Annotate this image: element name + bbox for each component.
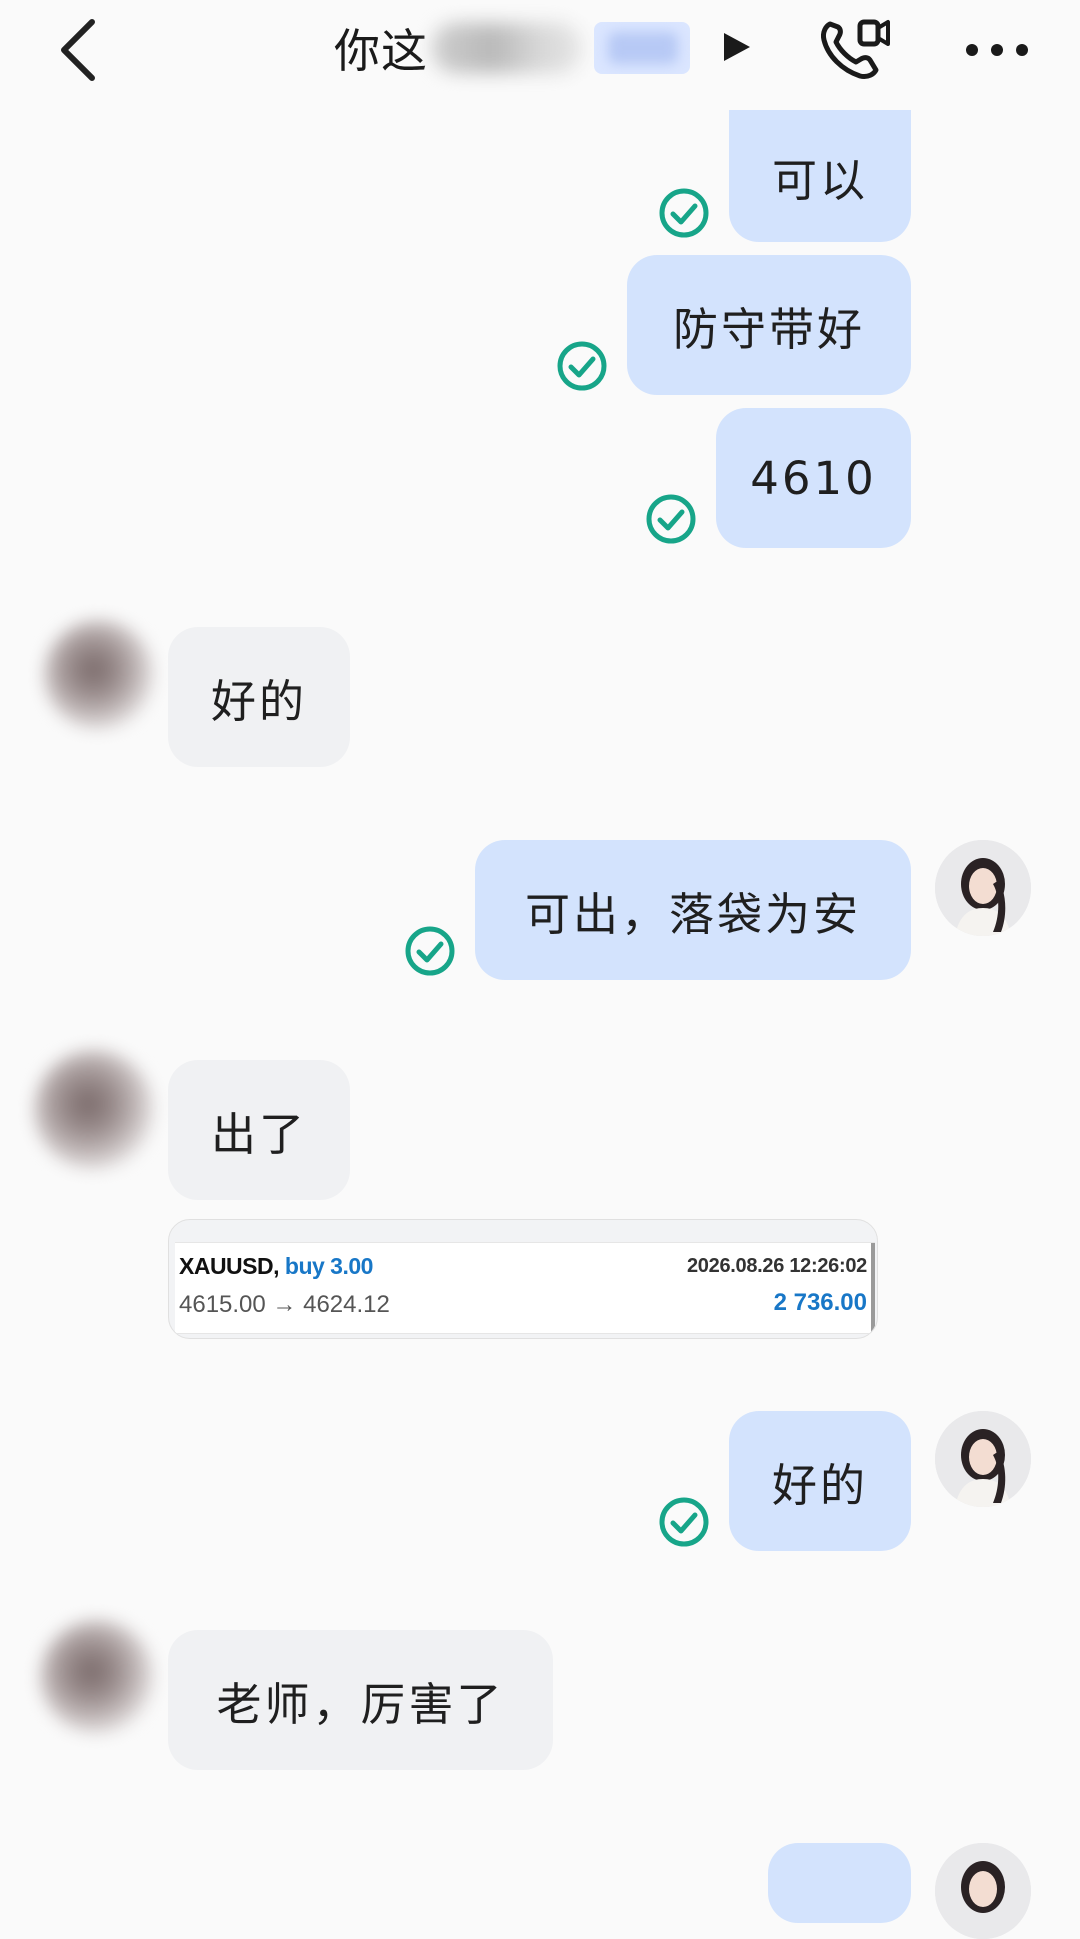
contact-avatar[interactable] (44, 620, 154, 730)
message-text: 好的 (210, 674, 307, 728)
contact-avatar[interactable] (34, 1050, 154, 1170)
my-avatar[interactable] (935, 840, 1031, 936)
message-text: 老师，厉害了 (216, 1677, 505, 1731)
trade-record: XAUUSD, buy 3.00 2026.08.26 12:26:02 461… (175, 1242, 875, 1334)
message-bubble-outgoing-partial[interactable] (768, 1843, 911, 1923)
trade-prices: 4615.00 → 4624.12 (179, 1291, 390, 1318)
my-avatar[interactable] (935, 1843, 1031, 1939)
read-check-icon (405, 926, 455, 976)
video-call-icon[interactable] (816, 14, 890, 84)
contact-avatar[interactable] (40, 1620, 154, 1734)
chat-title-text: 你这 (334, 24, 428, 78)
trade-action: buy 3.00 (284, 1253, 374, 1279)
message-text: 可出，落袋为安 (524, 887, 861, 941)
message-text: 好的 (771, 1458, 868, 1512)
message-bubble-incoming[interactable]: 老师，厉害了 (168, 1630, 553, 1770)
message-bubble-outgoing[interactable]: 好的 (729, 1411, 911, 1551)
message-bubble-outgoing[interactable]: 可出，落袋为安 (475, 840, 911, 980)
message-bubble-outgoing[interactable]: 防守带好 (627, 255, 911, 395)
message-text: 出了 (210, 1107, 307, 1161)
message-bubble-incoming[interactable]: 好的 (168, 627, 350, 767)
play-icon[interactable] (720, 30, 754, 64)
trade-symbol-line: XAUUSD, buy 3.00 (179, 1253, 373, 1280)
back-icon[interactable] (48, 14, 118, 84)
message-text: 4610 (750, 451, 877, 505)
more-icon[interactable] (964, 28, 1030, 72)
avatar-photo (935, 1843, 1031, 1939)
trade-datetime: 2026.08.26 12:26:02 (686, 1255, 867, 1277)
avatar-photo (935, 840, 1031, 936)
read-check-icon (646, 494, 696, 544)
trade-profit: 2 736.00 (773, 1289, 867, 1316)
read-check-icon (659, 188, 709, 238)
message-text: 可以 (771, 153, 868, 207)
message-bubble-outgoing[interactable]: 4610 (716, 408, 911, 548)
trade-screenshot-card[interactable]: XAUUSD, buy 3.00 2026.08.26 12:26:02 461… (168, 1219, 878, 1339)
read-check-icon (659, 1497, 709, 1547)
blurred-title-tag (594, 22, 690, 74)
chat-header: 你这 (0, 0, 1080, 110)
trade-symbol: XAUUSD, (179, 1253, 280, 1279)
my-avatar[interactable] (935, 1411, 1031, 1507)
message-text: 防守带好 (672, 302, 865, 356)
avatar-photo (935, 1411, 1031, 1507)
message-bubble-incoming[interactable]: 出了 (168, 1060, 350, 1200)
blurred-title-region (432, 23, 582, 73)
chat-title[interactable]: 你这 (334, 16, 690, 80)
read-check-icon (557, 341, 607, 391)
